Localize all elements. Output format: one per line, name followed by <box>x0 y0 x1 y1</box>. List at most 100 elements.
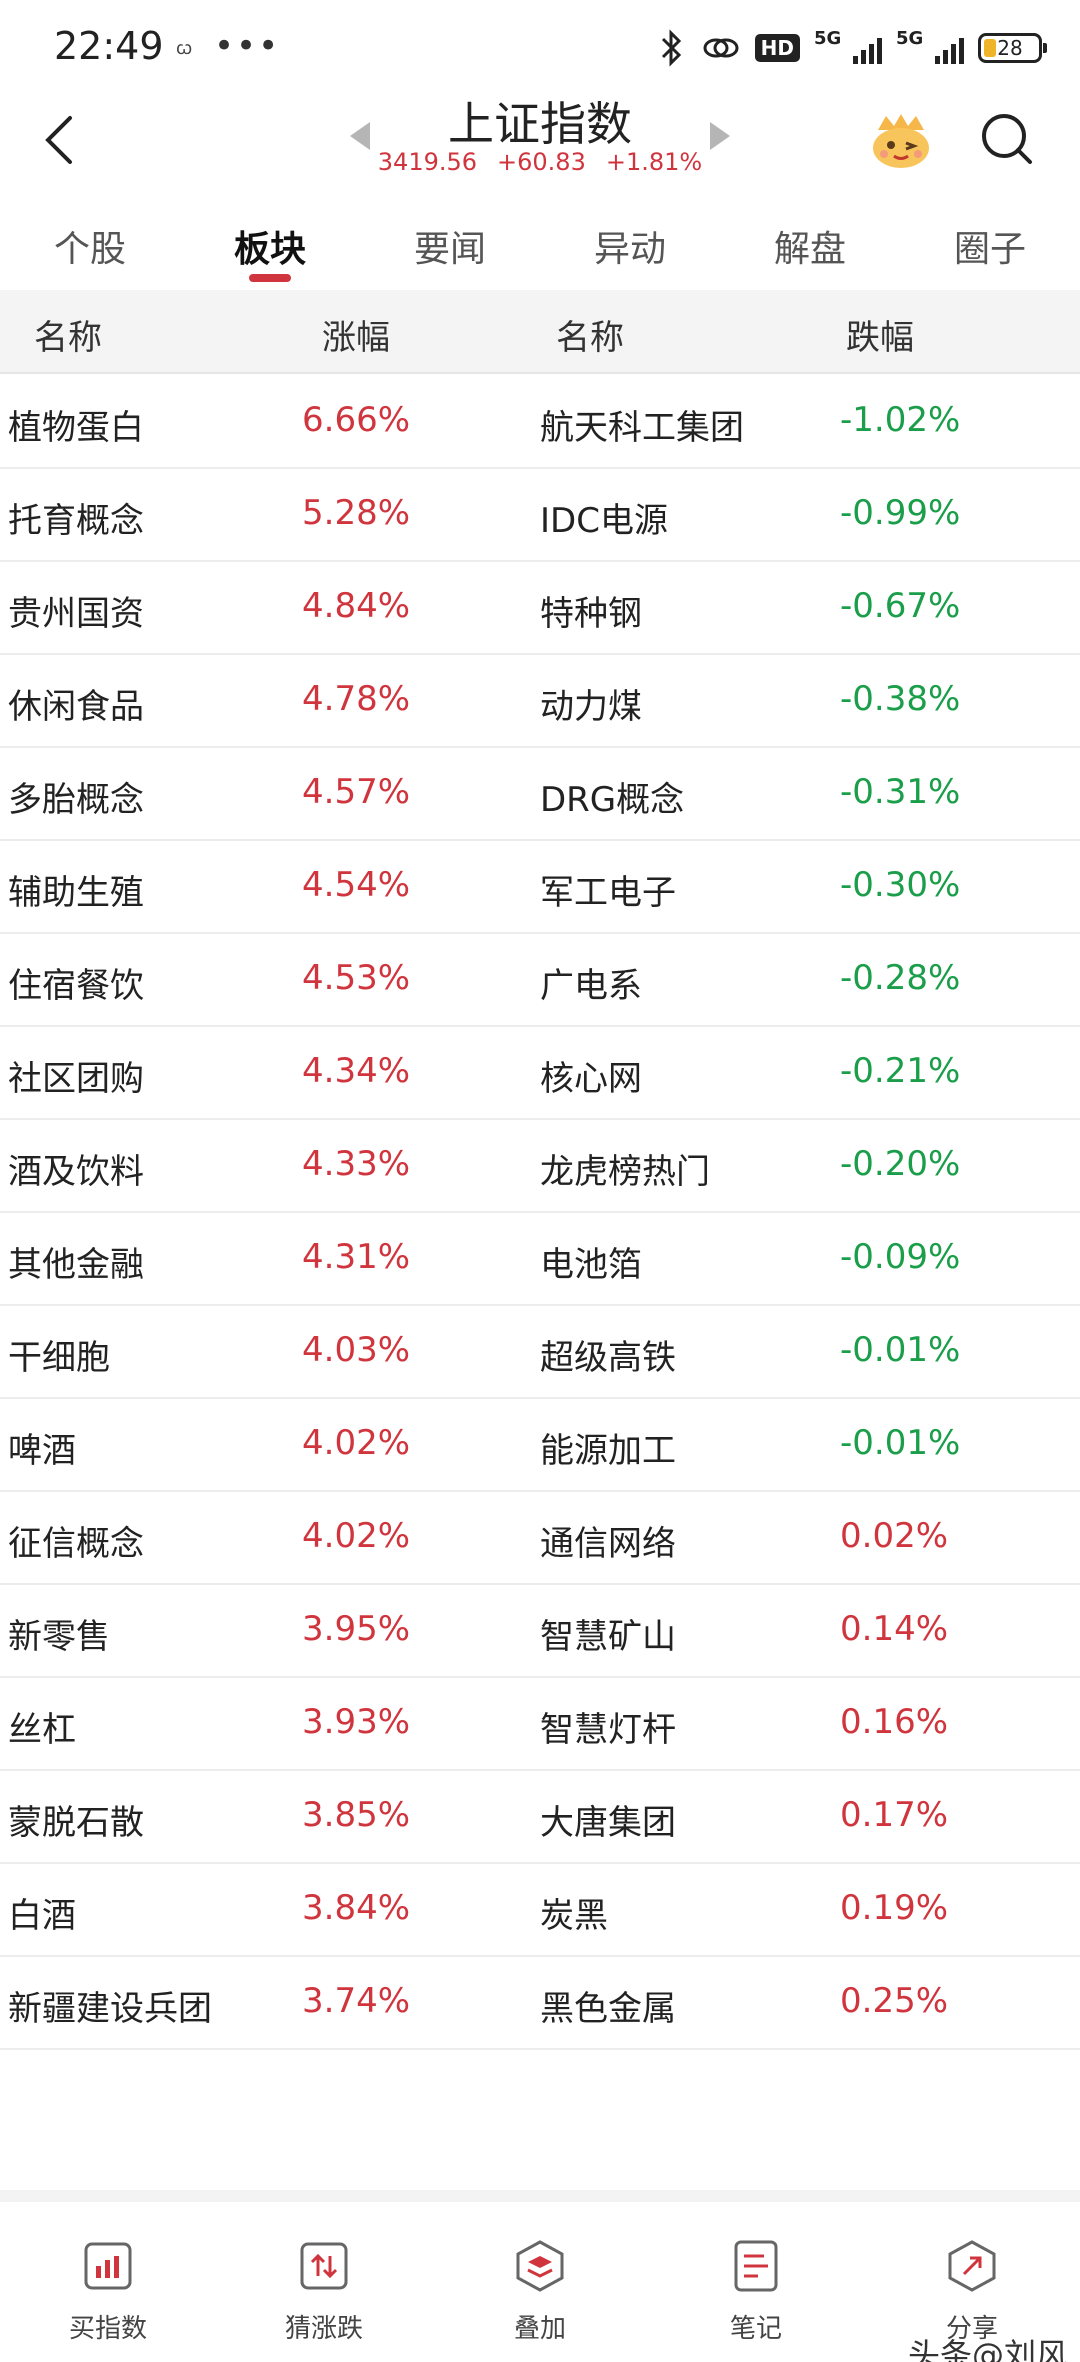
sector-fall-pct: -0.30% <box>840 865 961 905</box>
column-header-rise[interactable]: 涨幅 <box>322 310 390 359</box>
sector-name[interactable]: 智慧灯杆 <box>540 1702 676 1751</box>
table-row[interactable]: 其他金融 4.31% 电池箔 -0.09% <box>0 1213 1080 1306</box>
sector-name[interactable]: 能源加工 <box>540 1423 676 1472</box>
table-row[interactable]: 征信概念 4.02% 通信网络 0.02% <box>0 1492 1080 1585</box>
tab-analysis[interactable]: 解盘 <box>720 220 900 272</box>
sector-name[interactable]: 电池箔 <box>540 1237 642 1286</box>
status-time: 22:49 <box>54 24 164 68</box>
sector-name[interactable]: 丝杠 <box>8 1702 76 1751</box>
sector-name[interactable]: 龙虎榜热门 <box>540 1144 710 1193</box>
sector-name[interactable]: 蒙脱石散 <box>8 1795 144 1844</box>
sector-name[interactable]: 啤酒 <box>8 1423 76 1472</box>
next-index-arrow-icon[interactable] <box>710 122 730 150</box>
nav-buy-index[interactable]: 买指数 <box>8 2238 208 2345</box>
sector-name[interactable]: 白酒 <box>8 1888 76 1937</box>
sector-name[interactable]: 黑色金属 <box>540 1981 676 2030</box>
sector-name[interactable]: 特种钢 <box>540 586 642 635</box>
table-row[interactable]: 社区团购 4.34% 核心网 -0.21% <box>0 1027 1080 1120</box>
sector-name[interactable]: 贵州国资 <box>8 586 144 635</box>
index-price: 3419.56 <box>377 148 478 176</box>
notification-icon: ꞷ <box>176 38 193 59</box>
sector-rise-pct: 4.31% <box>302 1237 411 1277</box>
table-row[interactable]: 多胎概念 4.57% DRG概念 -0.31% <box>0 748 1080 841</box>
sector-name[interactable]: 辅助生殖 <box>8 865 144 914</box>
column-header-fall[interactable]: 跌幅 <box>846 310 914 359</box>
nav-share[interactable]: 分享 <box>872 2238 1072 2345</box>
sector-name[interactable]: 航天科工集团 <box>540 400 744 449</box>
sector-name[interactable]: 广电系 <box>540 958 642 1007</box>
sector-table: 植物蛋白 6.66% 航天科工集团 -1.02% 托育概念 5.28% IDC电… <box>0 376 1080 2050</box>
column-header-name-right[interactable]: 名称 <box>556 310 624 359</box>
tab-sectors[interactable]: 板块 <box>180 220 360 272</box>
sector-rise-pct: 4.33% <box>302 1144 411 1184</box>
sector-rise-pct: 4.84% <box>302 586 411 626</box>
sector-fall-pct: -0.99% <box>840 493 961 533</box>
column-header-name-left[interactable]: 名称 <box>34 310 102 359</box>
sector-name[interactable]: 社区团购 <box>8 1051 144 1100</box>
tab-circle[interactable]: 圈子 <box>900 220 1080 272</box>
table-row[interactable]: 蒙脱石散 3.85% 大唐集团 0.17% <box>0 1771 1080 1864</box>
sector-name[interactable]: 植物蛋白 <box>8 400 144 449</box>
tab-bar: 个股 板块 要闻 异动 解盘 圈子 <box>0 212 1080 286</box>
sector-name[interactable]: 炭黑 <box>540 1888 608 1937</box>
sector-name[interactable]: 征信概念 <box>8 1516 144 1565</box>
sector-rise-pct: 3.74% <box>302 1981 411 2021</box>
bar-chart-icon <box>84 2242 132 2290</box>
sector-change-pct: 0.17% <box>840 1795 949 1835</box>
sector-name[interactable]: 新疆建设兵团 <box>8 1981 212 2030</box>
sector-name[interactable]: 酒及饮料 <box>8 1144 144 1193</box>
sector-fall-pct: -0.28% <box>840 958 961 998</box>
sector-rise-pct: 6.66% <box>302 400 411 440</box>
more-notifications-icon: ••• <box>214 26 281 66</box>
nav-overlay[interactable]: 叠加 <box>440 2238 640 2345</box>
search-icon[interactable] <box>978 110 1036 168</box>
nav-guess[interactable]: 猜涨跌 <box>224 2238 424 2345</box>
up-down-arrows-icon <box>300 2242 348 2290</box>
table-row[interactable]: 新疆建设兵团 3.74% 黑色金属 0.25% <box>0 1957 1080 2050</box>
sector-name[interactable]: DRG概念 <box>540 772 684 821</box>
sector-change-pct: 0.14% <box>840 1609 949 1649</box>
tab-movers[interactable]: 异动 <box>540 220 720 272</box>
sector-rise-pct: 3.84% <box>302 1888 411 1928</box>
sector-name[interactable]: 军工电子 <box>540 865 676 914</box>
table-row[interactable]: 休闲食品 4.78% 动力煤 -0.38% <box>0 655 1080 748</box>
sector-change-pct: 0.25% <box>840 1981 949 2021</box>
table-row[interactable]: 酒及饮料 4.33% 龙虎榜热门 -0.20% <box>0 1120 1080 1213</box>
nav-notes[interactable]: 笔记 <box>656 2238 856 2345</box>
sector-name[interactable]: 托育概念 <box>8 493 144 542</box>
sector-fall-pct: -0.67% <box>840 586 961 626</box>
sector-name[interactable]: 休闲食品 <box>8 679 144 728</box>
sector-name[interactable]: IDC电源 <box>540 493 668 542</box>
sector-rise-pct: 3.85% <box>302 1795 411 1835</box>
sector-name[interactable]: 通信网络 <box>540 1516 676 1565</box>
table-row[interactable]: 植物蛋白 6.66% 航天科工集团 -1.02% <box>0 376 1080 469</box>
sector-name[interactable]: 智慧矿山 <box>540 1609 676 1658</box>
sector-name[interactable]: 多胎概念 <box>8 772 144 821</box>
sector-name[interactable]: 核心网 <box>540 1051 642 1100</box>
sector-name[interactable]: 动力煤 <box>540 679 642 728</box>
table-row[interactable]: 托育概念 5.28% IDC电源 -0.99% <box>0 469 1080 562</box>
battery-icon: 28 <box>978 33 1047 63</box>
index-change: +60.83 <box>497 148 586 176</box>
sector-rise-pct: 4.34% <box>302 1051 411 1091</box>
table-row[interactable]: 白酒 3.84% 炭黑 0.19% <box>0 1864 1080 1957</box>
sector-name[interactable]: 大唐集团 <box>540 1795 676 1844</box>
table-row[interactable]: 辅助生殖 4.54% 军工电子 -0.30% <box>0 841 1080 934</box>
table-row[interactable]: 新零售 3.95% 智慧矿山 0.14% <box>0 1585 1080 1678</box>
sector-name[interactable]: 新零售 <box>8 1609 110 1658</box>
table-row[interactable]: 住宿餐饮 4.53% 广电系 -0.28% <box>0 934 1080 1027</box>
mascot-icon[interactable] <box>868 110 934 170</box>
tab-stocks[interactable]: 个股 <box>0 220 180 272</box>
sector-name[interactable]: 其他金融 <box>8 1237 144 1286</box>
sector-rise-pct: 4.53% <box>302 958 411 998</box>
table-row[interactable]: 干细胞 4.03% 超级高铁 -0.01% <box>0 1306 1080 1399</box>
table-row[interactable]: 丝杠 3.93% 智慧灯杆 0.16% <box>0 1678 1080 1771</box>
table-row[interactable]: 啤酒 4.02% 能源加工 -0.01% <box>0 1399 1080 1492</box>
signal-icon-2: 5G <box>896 28 964 68</box>
tab-news[interactable]: 要闻 <box>360 220 540 272</box>
sector-fall-pct: -1.02% <box>840 400 961 440</box>
table-row[interactable]: 贵州国资 4.84% 特种钢 -0.67% <box>0 562 1080 655</box>
sector-name[interactable]: 干细胞 <box>8 1330 110 1379</box>
sector-name[interactable]: 住宿餐饮 <box>8 958 144 1007</box>
sector-name[interactable]: 超级高铁 <box>540 1330 676 1379</box>
